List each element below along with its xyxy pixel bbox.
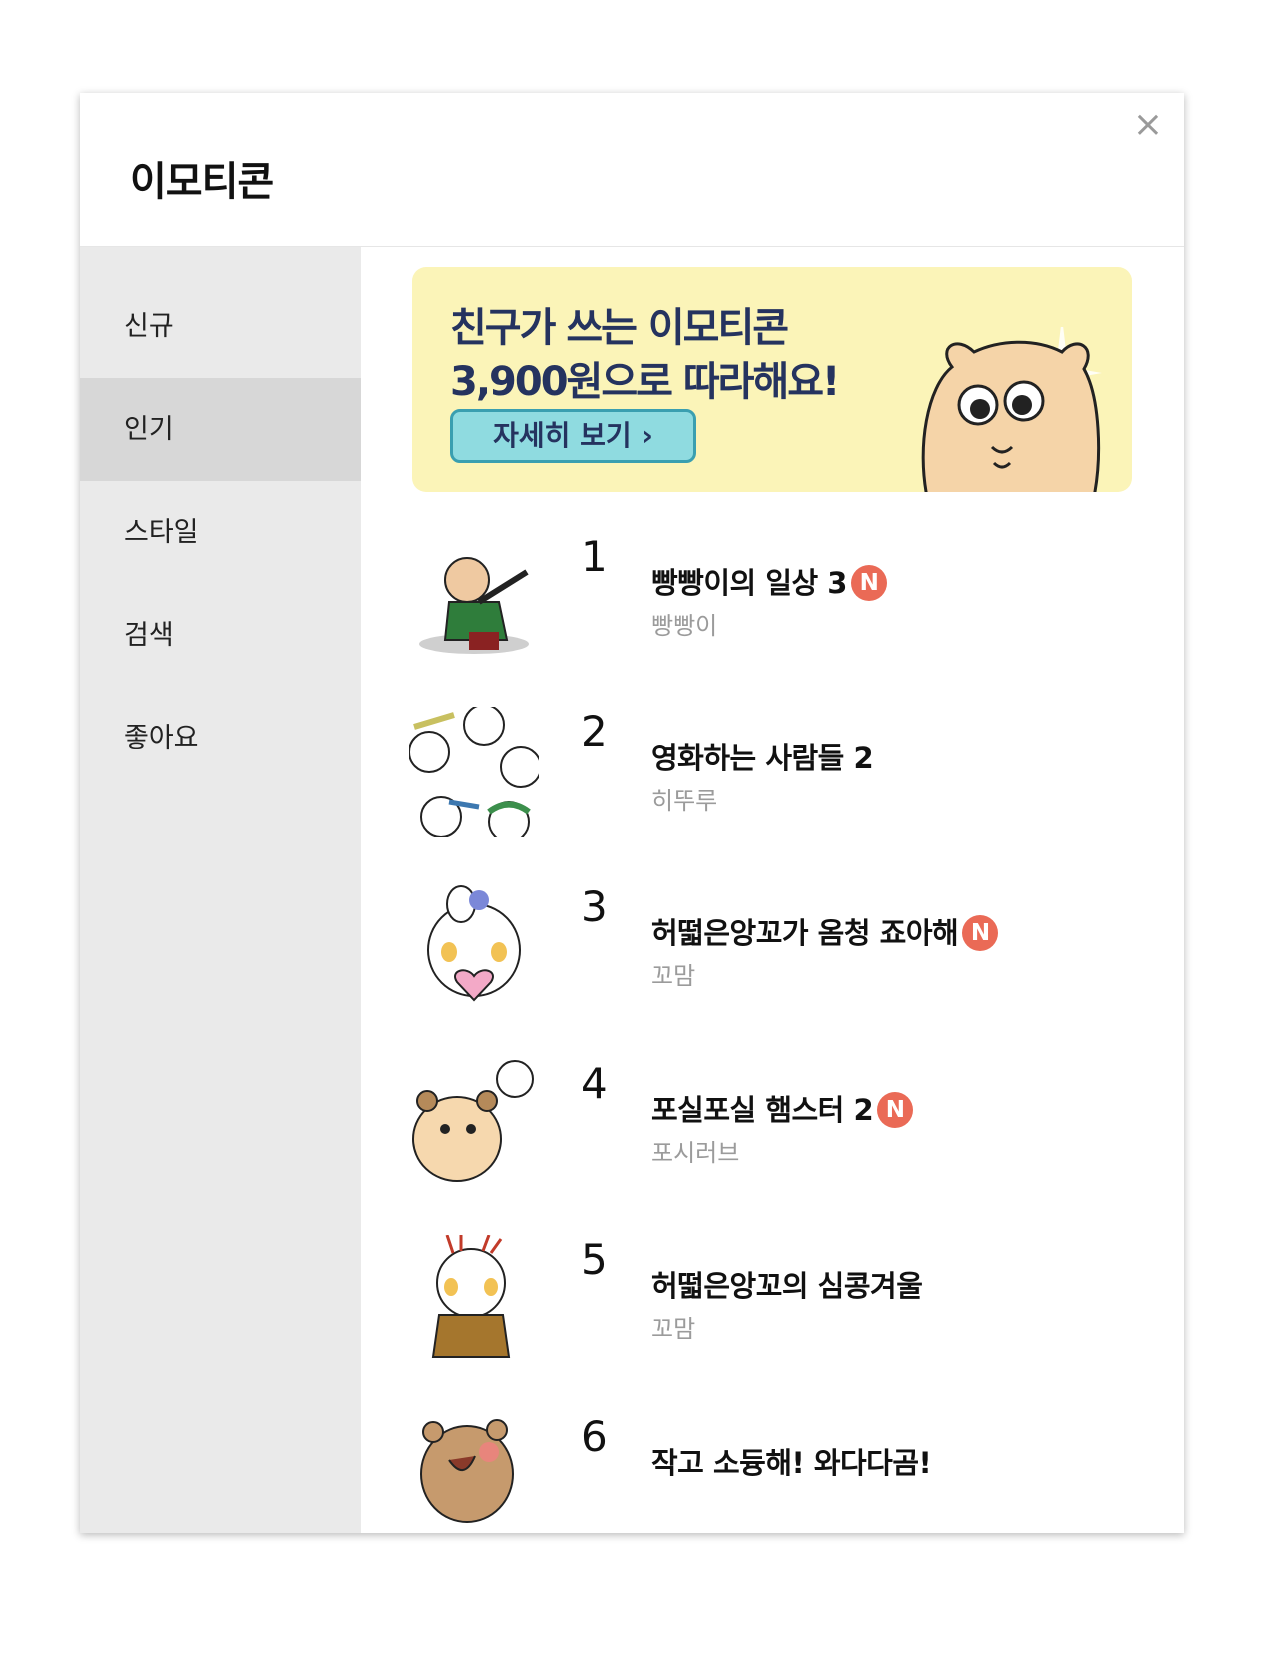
emoticon-window: 이모티콘 × 신규 인기 스타일 검색 좋아요 친구가 쓰는 이모티콘 3,90… [80, 93, 1184, 1533]
item-title-text: 허떫은앙꼬의 심콩겨울 [651, 1269, 923, 1303]
sidebar-item-popular[interactable]: 인기 [80, 378, 361, 481]
banner-detail-button[interactable]: 자세히 보기 › [450, 409, 696, 463]
new-badge: N [962, 915, 999, 951]
item-author: 꼬맘 [651, 962, 696, 990]
sidebar-item-new[interactable]: 신규 [80, 275, 361, 378]
item-author: 포시러브 [651, 1139, 740, 1167]
sidebar-item-style[interactable]: 스타일 [80, 481, 361, 584]
item-title: 허떫은앙꼬의 심콩겨울 [651, 1263, 923, 1305]
rank-number: 2 [581, 707, 608, 756]
ranking-item[interactable]: 3 허떫은앙꼬가 옴청 죠아해 N 꼬맘 [409, 882, 1169, 1022]
item-title-text: 포실포실 햄스터 2 [651, 1093, 874, 1127]
item-title-text: 영화하는 사람들 2 [651, 741, 874, 775]
banner-headline-1: 친구가 쓰는 이모티콘 [450, 305, 789, 351]
banner-hamster-illustration [921, 327, 1102, 492]
rank-number: 6 [581, 1412, 608, 1461]
banner-headline-2: 3,900원으로 따라해요! [450, 359, 840, 405]
item-author: 꼬맘 [651, 1315, 696, 1343]
item-title-text: 작고 소듕해! 와다다곰! [651, 1446, 932, 1480]
window-title: 이모티콘 [130, 159, 274, 205]
item-title-text: 빵빵이의 일상 3 [651, 566, 847, 600]
rank-number: 3 [581, 882, 608, 931]
emoticon-thumbnail-icon [420, 1419, 514, 1523]
new-badge: N [877, 1092, 914, 1128]
ranking-item[interactable]: 2 영화하는 사람들 2 히뚜루 [409, 707, 1169, 847]
item-title: 포실포실 햄스터 2N [651, 1087, 914, 1129]
close-icon[interactable]: × [1128, 105, 1168, 145]
emoticon-thumbnail-icon [431, 1235, 511, 1358]
ranking-item[interactable]: 4 포실포실 햄스터 2N 포시러브 [409, 1059, 1169, 1199]
item-title: 빵빵이의 일상 3N [651, 560, 887, 602]
item-author: 히뚜루 [651, 787, 718, 815]
rank-number: 5 [581, 1235, 608, 1284]
main-content: 친구가 쓰는 이모티콘 3,900원으로 따라해요! 자세히 보기 › 1 빵빵… [361, 247, 1184, 1533]
promo-banner[interactable]: 친구가 쓰는 이모티콘 3,900원으로 따라해요! 자세히 보기 › [412, 267, 1132, 492]
window-header: 이모티콘 × [80, 93, 1184, 247]
new-badge: N [850, 565, 887, 601]
item-title-text: 허떫은앙꼬가 옴청 죠아해 [651, 916, 959, 950]
rank-number: 1 [581, 532, 608, 581]
emoticon-thumbnail-icon [412, 1060, 534, 1182]
ranking-item[interactable]: 6 작고 소듕해! 와다다곰! [409, 1412, 1169, 1533]
item-author: 빵빵이 [651, 612, 718, 640]
rank-number: 4 [581, 1059, 608, 1108]
emoticon-thumbnail-icon [409, 707, 539, 837]
sidebar: 신규 인기 스타일 검색 좋아요 [80, 247, 361, 1533]
sidebar-item-likes[interactable]: 좋아요 [80, 687, 361, 790]
item-title: 허떫은앙꼬가 옴청 죠아해 N [651, 910, 999, 952]
ranking-item[interactable]: 1 빵빵이의 일상 3N 빵빵이 [409, 532, 1169, 672]
emoticon-thumbnail-icon [427, 885, 521, 1002]
item-title: 작고 소듕해! 와다다곰! [651, 1440, 932, 1482]
sidebar-item-search[interactable]: 검색 [80, 584, 361, 687]
ranking-item[interactable]: 5 허떫은앙꼬의 심콩겨울 꼬맘 [409, 1235, 1169, 1375]
emoticon-thumbnail-icon [419, 557, 529, 654]
item-title: 영화하는 사람들 2 [651, 735, 874, 777]
